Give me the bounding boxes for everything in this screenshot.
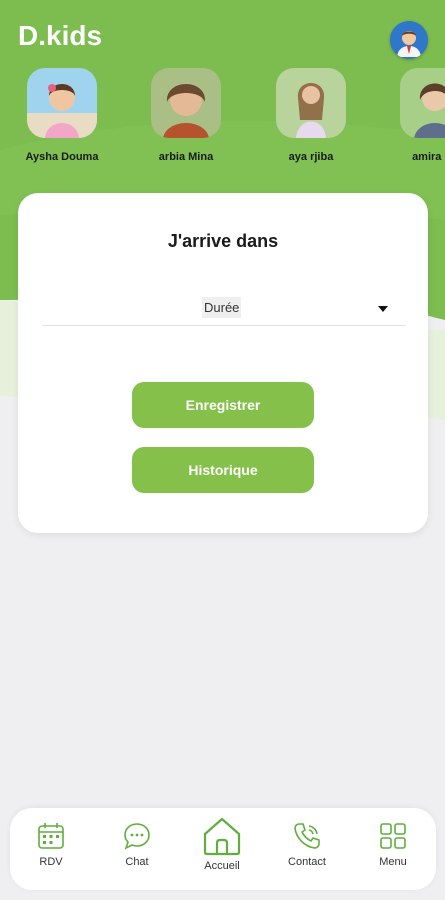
kid-name: Aysha Douma [25,151,99,163]
arrival-card: J'arrive dans Durée Enregistrer Historiq… [18,193,428,533]
nav-label-menu: Menu [379,856,407,868]
nav-item-chat[interactable]: Chat [102,822,172,868]
card-title: J'arrive dans [167,231,279,251]
nav-item-contact[interactable]: Contact [272,822,342,868]
calendar-icon [38,823,64,849]
nav-label-home: Accueil [204,860,240,872]
child-photo-icon [151,68,221,138]
chat-bubble-icon [124,823,150,850]
kid-name: aya rjiba [288,151,334,163]
bottom-navigation: RDV Chat Accueil Contact Menu [10,808,436,890]
child-photo-icon [400,68,445,138]
kid-item[interactable]: aya rjiba [256,68,366,163]
user-avatar-icon [390,21,428,59]
app-title: D.kids [18,20,103,51]
kid-name: arbia Mina [158,151,214,163]
nav-label-contact: Contact [288,856,326,868]
history-button[interactable]: Historique [132,447,314,493]
kids-carousel[interactable]: Aysha Douma arbia Mina aya rjiba amira [0,68,445,168]
profile-avatar-button[interactable] [390,21,428,59]
home-icon [203,817,241,856]
nav-label-rdv: RDV [39,856,63,868]
duration-select-value: Durée [202,297,242,318]
kid-photo [400,68,445,138]
dropdown-arrow-icon [378,306,388,312]
kid-photo [151,68,221,138]
save-button[interactable]: Enregistrer [132,382,314,428]
kid-item[interactable]: arbia Mina [131,68,241,163]
nav-label-chat: Chat [125,856,149,868]
child-photo-icon [276,68,346,138]
kid-photo [276,68,346,138]
nav-item-home[interactable]: Accueil [187,816,257,872]
nav-item-rdv[interactable]: RDV [16,822,86,868]
nav-item-menu[interactable]: Menu [358,822,428,868]
duration-select[interactable]: Durée [42,290,406,326]
grid-menu-icon [380,823,406,849]
child-photo-icon [27,68,97,138]
kid-item[interactable]: amira do [380,68,445,163]
phone-icon [294,823,320,849]
kid-name: amira do [412,151,445,163]
kid-item[interactable]: Aysha Douma [7,68,117,163]
kid-photo [27,68,97,138]
